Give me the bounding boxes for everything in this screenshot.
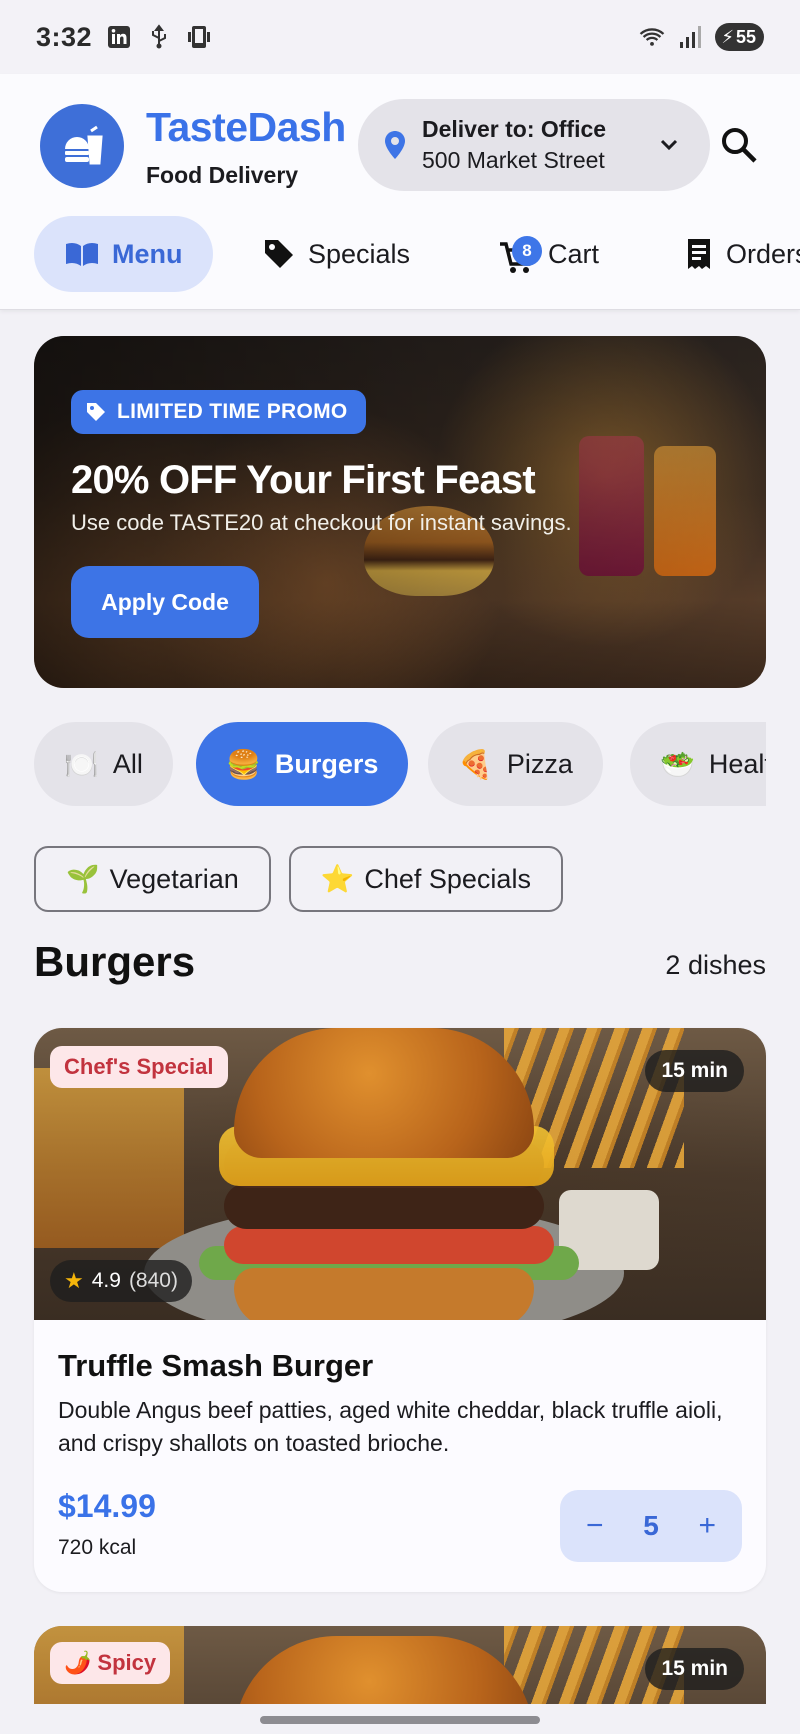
star-icon: ⭐ [320, 864, 355, 894]
prep-time-badge: 15 min [645, 1648, 744, 1690]
fastfood-icon [65, 125, 103, 165]
category-chip-pizza[interactable]: 🍕 Pizza [428, 722, 603, 806]
brand-logo [40, 104, 124, 188]
increase-quantity-button[interactable]: + [698, 1509, 716, 1543]
location-pin-icon [385, 131, 405, 159]
rating-badge: ★ 4.9 (840) [50, 1260, 192, 1302]
rating-value: 4.9 [91, 1269, 121, 1292]
quantity-stepper: − 5 + [560, 1490, 742, 1562]
filter-chips: 🌱 Vegetarian ⭐ Chef Specials [34, 846, 563, 912]
nav-tab-cart[interactable]: 8 Cart [498, 216, 599, 292]
status-bar: 3:32 ⚡ 55 [0, 0, 800, 74]
search-button[interactable] [716, 122, 762, 168]
category-chip-healthy[interactable]: 🥗 Healthy [630, 722, 766, 806]
star-icon: ★ [64, 1268, 84, 1293]
seedling-icon: 🌱 [66, 864, 100, 894]
main-nav: Menu Specials 8 Cart Orders [0, 216, 800, 296]
usb-icon [146, 24, 172, 50]
delivery-location-selector[interactable]: Deliver to: Office 500 Market Street [358, 99, 710, 191]
review-count: (840) [128, 1269, 178, 1292]
wifi-icon [639, 24, 665, 50]
promo-title: 20% OFF Your First Feast [71, 458, 536, 502]
tag-icon [87, 403, 105, 421]
dish-name: Truffle Smash Burger [58, 1348, 374, 1383]
signal-icon [677, 24, 703, 50]
brand-name: TasteDash [146, 104, 346, 150]
dish-card[interactable]: Chef's Special 15 min ★ 4.9 (840) Truffl… [34, 1028, 766, 1592]
chevron-down-icon [658, 133, 680, 160]
nav-tab-menu[interactable]: Menu [34, 216, 213, 292]
chef-special-badge: Chef's Special [50, 1046, 228, 1088]
burger-icon: 🍔 [226, 748, 261, 780]
promo-banner[interactable]: LIMITED TIME PROMO 20% OFF Your First Fe… [34, 336, 766, 688]
home-indicator[interactable] [260, 1716, 540, 1724]
prep-time-badge: 15 min [645, 1050, 744, 1092]
pizza-icon: 🍕 [458, 748, 493, 780]
chili-icon: 🌶️ [64, 1650, 92, 1675]
nav-tab-menu-label: Menu [112, 238, 183, 269]
book-icon [66, 242, 98, 266]
category-chips: 🍽️ All 🍔 Burgers 🍕 Pizza 🥗 Healthy [34, 722, 766, 808]
delivery-label: Deliver to: Office [422, 116, 607, 142]
brand-subtitle: Food Delivery [146, 162, 299, 188]
section-title: Burgers [34, 938, 196, 985]
decrease-quantity-button[interactable]: − [586, 1509, 604, 1543]
battery-indicator: ⚡ 55 [715, 23, 764, 51]
quantity-value: 5 [643, 1510, 659, 1541]
promo-subtitle: Use code TASTE20 at checkout for instant… [71, 510, 572, 535]
filter-vegetarian[interactable]: 🌱 Vegetarian [34, 846, 271, 912]
nav-tab-specials[interactable]: Specials [262, 216, 410, 292]
search-icon [722, 128, 757, 163]
section-count: 2 dishes [665, 950, 766, 980]
linkedin-icon [106, 24, 132, 50]
dish-calories: 720 kcal [58, 1536, 137, 1559]
cart-count-badge: 8 [512, 236, 542, 266]
plate-icon: 🍽️ [64, 748, 99, 780]
spicy-badge: 🌶️ Spicy [50, 1642, 171, 1684]
nav-tab-orders[interactable]: Orders [684, 216, 800, 292]
promo-tag: LIMITED TIME PROMO [71, 390, 366, 434]
device-icon [186, 24, 212, 50]
dish-price: $14.99 [58, 1488, 156, 1524]
delivery-address: 500 Market Street [422, 147, 605, 173]
charging-icon: ⚡ [721, 26, 734, 47]
category-chip-burgers[interactable]: 🍔 Burgers [196, 722, 409, 806]
receipt-icon [688, 239, 710, 269]
dish-description: Double Angus beef patties, aged white ch… [58, 1397, 723, 1456]
nav-tab-orders-label: Orders [726, 238, 800, 269]
filter-chef-specials[interactable]: ⭐ Chef Specials [288, 846, 563, 912]
apply-code-button[interactable]: Apply Code [71, 566, 259, 638]
tag-icon [265, 240, 293, 268]
status-time: 3:32 [36, 21, 93, 52]
app-header: TasteDash Food Delivery Deliver to: Offi… [0, 74, 800, 310]
category-chip-all[interactable]: 🍽️ All [34, 722, 173, 806]
nav-tab-cart-label: Cart [548, 238, 600, 269]
salad-icon: 🥗 [660, 748, 695, 780]
nav-tab-specials-label: Specials [308, 238, 411, 269]
